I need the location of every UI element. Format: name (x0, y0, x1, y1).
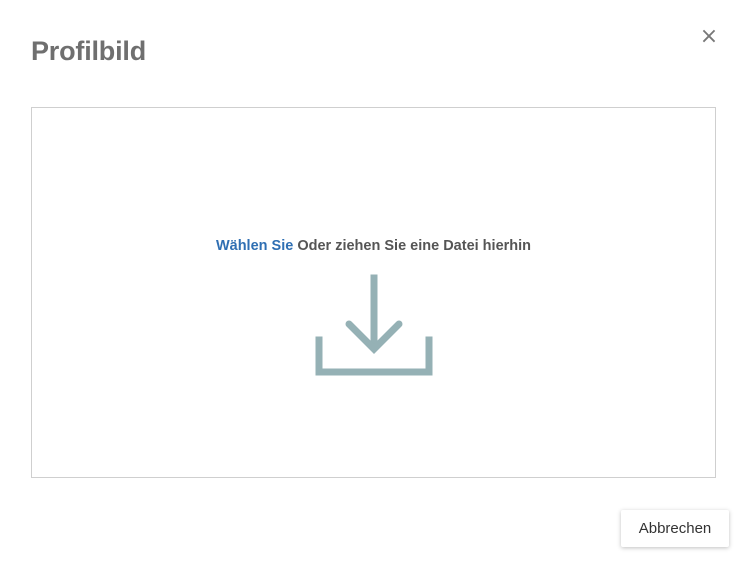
cancel-button[interactable]: Abbrechen (621, 510, 729, 547)
close-button[interactable]: × (694, 24, 724, 50)
file-dropzone[interactable]: Wählen Sie Oder ziehen Sie eine Datei hi… (31, 107, 716, 478)
profile-picture-dialog: Profilbild × Wählen Sie Oder ziehen Sie … (0, 0, 748, 567)
dialog-title: Profilbild (31, 36, 146, 66)
drag-instruction-text: Oder ziehen Sie eine Datei hierhin (297, 238, 532, 254)
choose-file-link[interactable]: Wählen Sie (216, 238, 293, 254)
download-icon (315, 274, 433, 376)
dropzone-instruction: Wählen Sie Oder ziehen Sie eine Datei hi… (32, 236, 715, 256)
